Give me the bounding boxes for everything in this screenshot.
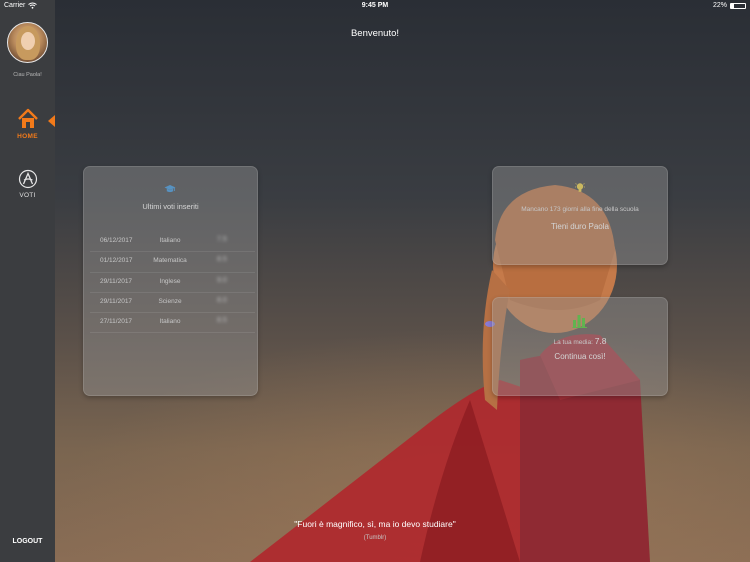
logout-button[interactable]: LOGOUT — [0, 538, 55, 545]
grade-a-icon — [18, 169, 37, 189]
average-card[interactable] — [492, 297, 668, 396]
quote-author: (Tumblr) — [363, 535, 387, 541]
sidebar-item-voti[interactable]: VOTI — [0, 169, 55, 199]
avatar[interactable] — [7, 22, 48, 63]
status-battery: 22% — [713, 2, 746, 9]
days-left-card[interactable] — [492, 166, 668, 265]
active-indicator — [48, 115, 55, 127]
house-icon — [17, 108, 38, 128]
status-bar: Carrier 9:45 PM 22% — [0, 0, 750, 12]
sidebar: Ciau Paola! HOME VOTI LOGOUT — [0, 0, 55, 562]
sidebar-item-label: HOME — [17, 133, 38, 140]
welcome-title: Benvenuto! — [350, 28, 400, 39]
sidebar-item-label: VOTI — [19, 192, 36, 199]
grades-card[interactable] — [83, 166, 258, 396]
battery-fill — [731, 3, 735, 8]
sidebar-item-home[interactable]: HOME — [0, 108, 55, 140]
status-time: 9:45 PM — [361, 2, 389, 9]
quote-text: "Fuori è magnifico, sì, ma io devo studi… — [294, 519, 456, 529]
battery-percent: 22% — [712, 2, 727, 9]
user-name: Ciau Paola! — [13, 72, 42, 78]
battery-icon — [730, 2, 746, 9]
